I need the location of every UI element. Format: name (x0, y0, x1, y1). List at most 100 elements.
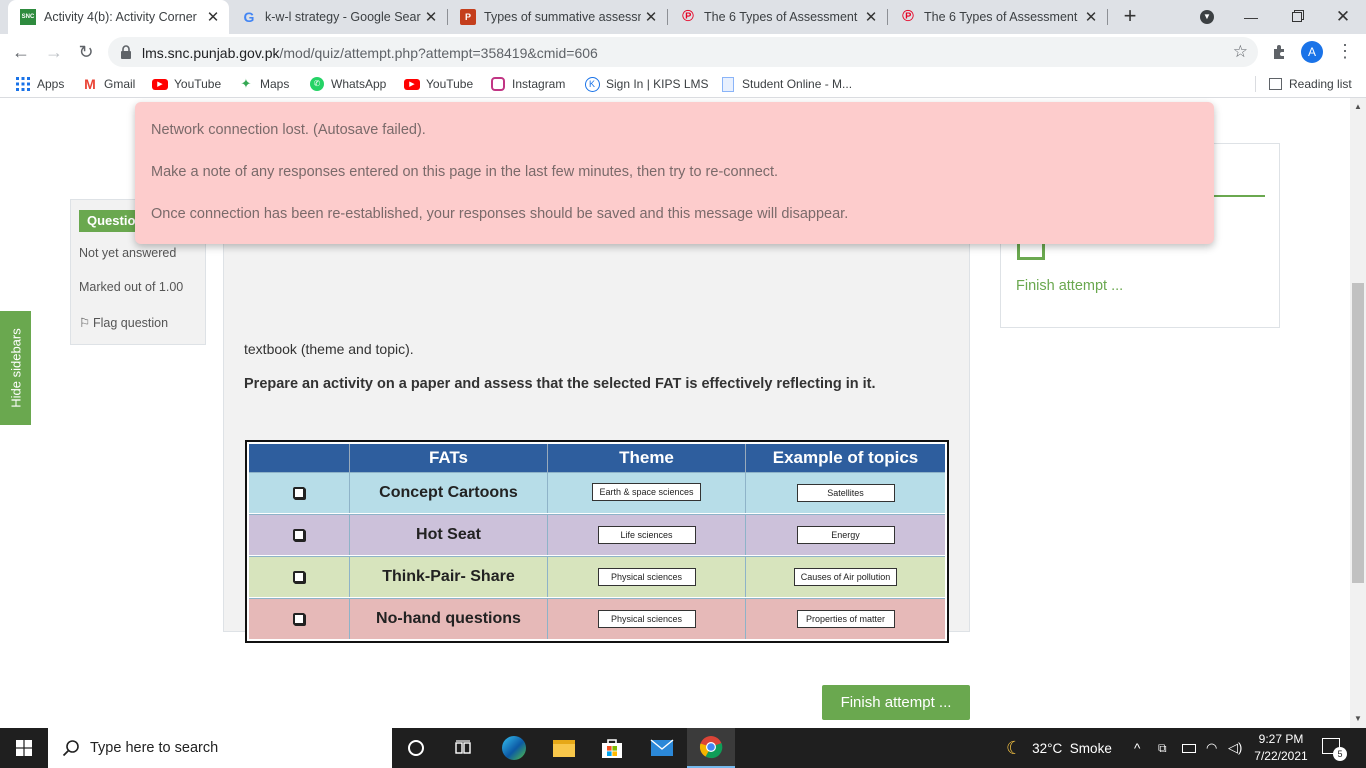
meet-now-button[interactable]: ⧉ (1158, 728, 1167, 768)
cortana-circle-icon (408, 740, 424, 756)
notification-center-button[interactable]: 5 (1322, 738, 1347, 761)
bookmark-youtube-2[interactable]: ▶ YouTube (404, 76, 473, 92)
header-fats: FATs (350, 444, 548, 472)
page-scrollbar[interactable]: ▲ ▼ (1350, 98, 1366, 728)
taskbar-clock[interactable]: 9:27 PM 7/22/2021 (1248, 731, 1314, 765)
checkbox-icon (293, 571, 305, 583)
question-instruction: Prepare an activity on a paper and asses… (244, 376, 876, 392)
back-button[interactable]: ← (9, 40, 33, 64)
close-window-button[interactable]: ✕ (1320, 0, 1366, 34)
finish-attempt-link[interactable]: Finish attempt ... (1016, 278, 1123, 294)
clock-date: 7/22/2021 (1254, 749, 1308, 763)
start-button[interactable] (0, 728, 48, 768)
hide-sidebars-toggle[interactable]: Hide sidebars (0, 311, 31, 425)
hidden-icons-button[interactable]: ^ (1134, 728, 1140, 768)
bookmark-apps[interactable]: Apps (15, 76, 64, 92)
search-placeholder: Type here to search (90, 740, 219, 756)
flag-question-link[interactable]: ⚐ Flag question (79, 315, 168, 330)
theme-cell: Physical sciences (548, 599, 746, 639)
checkbox-icon (293, 529, 305, 541)
close-tab-icon[interactable]: ✕ (1081, 8, 1101, 26)
volume-button[interactable]: ◁) (1228, 728, 1242, 768)
close-tab-icon[interactable]: ✕ (641, 8, 661, 26)
search-icon (62, 740, 79, 757)
bookmark-youtube[interactable]: ▶ YouTube (152, 76, 221, 92)
bookmark-instagram[interactable]: Instagram (490, 76, 565, 92)
weather-widget[interactable]: ☾ 32°C Smoke (1006, 728, 1112, 768)
close-tab-icon[interactable]: ✕ (421, 8, 441, 26)
close-tab-icon[interactable]: ✕ (861, 8, 881, 26)
question-marks: Marked out of 1.00 (79, 280, 184, 294)
alert-line-2: Make a note of any responses entered on … (151, 164, 779, 180)
document-icon (720, 76, 736, 92)
header-example-topics: Example of topics (772, 448, 919, 467)
bookmark-label: Gmail (104, 77, 136, 91)
question-state: Not yet answered (79, 246, 177, 260)
mail-button[interactable] (638, 728, 686, 768)
topic-box: Energy (796, 526, 895, 544)
bookmark-label: YouTube (426, 77, 474, 91)
bookmark-star-icon[interactable]: ☆ (1233, 42, 1248, 62)
topic-cell: Energy (746, 515, 945, 555)
edge-taskbar-button[interactable] (490, 728, 538, 768)
table-row: No-hand questions Physical sciences Prop… (249, 598, 945, 639)
notification-icon: 5 (1322, 738, 1347, 761)
bookmark-student-online[interactable]: Student Online - M... (720, 76, 852, 92)
wifi-button[interactable]: ◠ (1206, 728, 1217, 768)
extensions-puzzle-icon[interactable] (1270, 42, 1290, 62)
fat-name: Concept Cartoons (350, 473, 548, 513)
hide-sidebars-label: Hide sidebars (8, 328, 23, 408)
bookmark-label: Student Online - M... (742, 77, 853, 91)
address-bar[interactable]: lms.snc.punjab.gov.pk/mod/quiz/attempt.p… (108, 37, 1258, 67)
tab-title: k-w-l strategy - Google Searc (265, 10, 421, 24)
store-bag-icon (602, 739, 622, 758)
tab-title: The 6 Types of Assessment [+ (704, 10, 861, 24)
forward-button[interactable]: → (42, 40, 66, 64)
finish-attempt-button[interactable]: Finish attempt ... (822, 685, 970, 720)
taskbar-search-box[interactable]: Type here to search (48, 728, 392, 768)
tab-divider (1107, 9, 1108, 25)
scroll-up-icon[interactable]: ▲ (1350, 102, 1366, 111)
tab-types-of-assessment[interactable]: ℗ The 6 Types of Assessment [+ ✕ (668, 0, 887, 34)
scrollbar-thumb[interactable] (1352, 283, 1364, 583)
chrome-taskbar-button[interactable] (687, 728, 735, 768)
microsoft-store-button[interactable] (588, 728, 636, 768)
youtube-icon: ▶ (152, 76, 168, 92)
bookmark-label: Instagram (512, 77, 566, 91)
tab-types-of-assessment-2[interactable]: ℗ The 6 Types of Assessment [+ ✕ (888, 0, 1107, 34)
tab-google-search[interactable]: G k-w-l strategy - Google Searc ✕ (229, 0, 447, 34)
tab-summative-assessment[interactable]: P Types of summative assessme ✕ (448, 0, 667, 34)
reading-list-button[interactable]: Reading list (1267, 76, 1352, 92)
windows-logo-icon (16, 740, 32, 756)
topic-cell: Properties of matter (746, 599, 945, 639)
close-tab-icon[interactable]: ✕ (203, 8, 223, 26)
task-view-button[interactable] (440, 728, 488, 768)
bookmark-maps[interactable]: ✦ Maps (238, 76, 290, 92)
google-icon: G (243, 9, 255, 25)
bookmark-gmail[interactable]: M Gmail (82, 76, 135, 92)
topic-cell: Causes of Air pollution (746, 557, 945, 597)
bookmark-label: Maps (260, 77, 290, 91)
browser-menu-icon[interactable]: ⋮ (1336, 42, 1354, 62)
flag-icon: ⚐ (79, 316, 91, 330)
bookmark-kips-lms[interactable]: K Sign In | KIPS LMS (584, 76, 709, 92)
battery-button[interactable] (1182, 728, 1196, 768)
file-explorer-button[interactable] (540, 728, 588, 768)
tab-activity-corner[interactable]: SNC Activity 4(b): Activity Corner ✕ (8, 0, 229, 34)
new-tab-button[interactable]: + (1118, 3, 1142, 29)
profile-avatar[interactable]: A (1301, 41, 1323, 63)
bookmark-label: Apps (37, 77, 65, 91)
bookmark-whatsapp[interactable]: ✆ WhatsApp (309, 76, 386, 92)
theme-cell: Life sciences (548, 515, 746, 555)
checkbox-cell (249, 515, 350, 555)
restore-button[interactable] (1274, 0, 1320, 34)
tab-title: Activity 4(b): Activity Corner (44, 10, 197, 24)
minimize-button[interactable]: — (1228, 0, 1274, 34)
tab-search-button[interactable]: ▼ (1184, 0, 1230, 34)
cortana-button[interactable] (392, 728, 440, 768)
header-cell-empty (249, 444, 350, 472)
scroll-down-icon[interactable]: ▼ (1350, 714, 1366, 723)
folder-icon (553, 739, 575, 757)
url-text: lms.snc.punjab.gov.pk/mod/quiz/attempt.p… (142, 45, 598, 61)
reload-button[interactable]: ↻ (74, 40, 98, 64)
